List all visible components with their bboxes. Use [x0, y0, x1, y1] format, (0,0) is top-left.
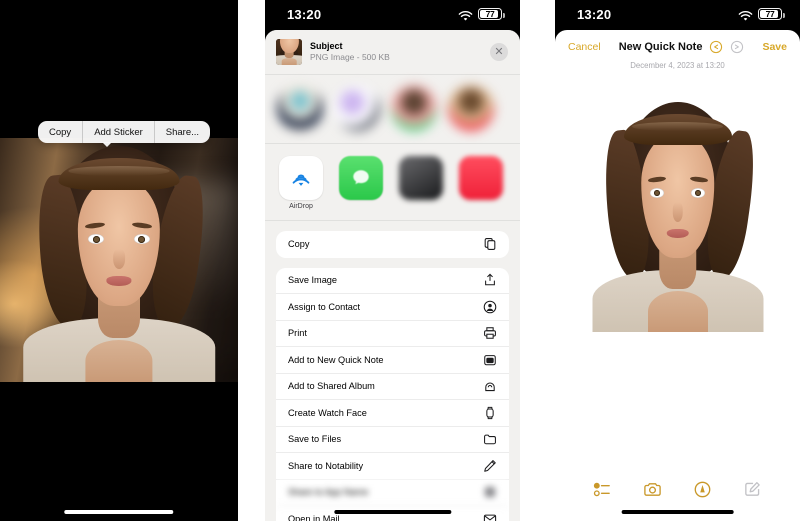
share-action-add-to-new-quick-note[interactable]: Add to New Quick Note	[276, 347, 509, 374]
share-sheet: Subject PNG Image - 500 KB ✕ AirDrop Cop…	[265, 30, 520, 521]
image-thumbnail	[276, 39, 302, 65]
save-image-icon	[483, 273, 497, 287]
suggested-contact[interactable]	[448, 85, 494, 131]
pencil-icon	[483, 459, 497, 473]
status-bar: 13:20 77	[555, 0, 800, 28]
share-action-share-to-notability[interactable]: Share to Notability	[276, 453, 509, 480]
share-app-airdrop[interactable]: AirDrop	[279, 156, 323, 210]
share-action-label: Save Image	[288, 275, 338, 286]
share-action-label: Add to Shared Album	[288, 381, 375, 392]
close-icon[interactable]: ✕	[490, 43, 508, 61]
share-app-red[interactable]	[459, 156, 503, 210]
suggested-contact[interactable]	[277, 85, 323, 131]
panel-photo-viewer: Copy Add Sticker Share...	[0, 0, 238, 521]
compose-icon[interactable]	[743, 480, 762, 499]
quick-note-icon	[483, 353, 497, 367]
panel-share-sheet: 13:20 77 Subject PNG Image - 500 KB ✕ Ai…	[265, 0, 520, 521]
shared-album-icon	[483, 379, 497, 393]
share-subtitle: PNG Image - 500 KB	[310, 52, 390, 63]
share-action-save-to-files[interactable]: Save to Files	[276, 426, 509, 453]
share-action-create-watch-face[interactable]: Create Watch Face	[276, 400, 509, 427]
status-time: 13:20	[577, 6, 612, 22]
subject-context-menu: Copy Add Sticker Share...	[38, 121, 211, 143]
share-action-save-image[interactable]: Save Image	[276, 267, 509, 294]
checklist-icon[interactable]	[593, 480, 612, 499]
photo-canvas[interactable]	[0, 138, 238, 382]
home-indicator[interactable]	[333, 509, 452, 514]
context-copy-label: Copy	[49, 126, 72, 138]
share-app-messages[interactable]	[339, 156, 383, 210]
messages-icon	[339, 156, 383, 200]
airdrop-label: AirDrop	[289, 203, 313, 210]
context-share-label: Share...	[165, 126, 200, 138]
printer-icon	[483, 326, 497, 340]
mail-icon	[483, 512, 497, 521]
screenshot-stage: Copy Add Sticker Share... 13:20 77 Subje…	[0, 0, 800, 521]
undo-icon[interactable]	[709, 40, 723, 54]
airdrop-icon	[279, 156, 323, 200]
dark-app-icon	[399, 156, 443, 200]
share-action-label: Add to New Quick Note	[288, 354, 384, 365]
context-menu-item-share[interactable]: Share...	[153, 121, 210, 143]
share-action-label: Share to App Name	[288, 487, 369, 498]
status-time: 13:20	[287, 6, 322, 22]
battery-percent: 77	[485, 9, 495, 19]
blurred-icon	[483, 485, 497, 499]
suggested-contact[interactable]	[334, 85, 380, 131]
panel-quick-note: 13:20 77 Cancel New Quick Note Save Dece…	[555, 0, 800, 521]
save-button[interactable]: Save	[762, 41, 787, 53]
quick-note-sheet: Cancel New Quick Note Save December 4, 2…	[555, 30, 800, 521]
suggested-contacts	[265, 75, 520, 144]
photo-subject[interactable]	[23, 138, 215, 382]
share-action-label: Copy	[288, 239, 310, 250]
quick-note-toolbar-top: Cancel New Quick Note Save	[555, 30, 800, 60]
share-action-copy[interactable]: Copy	[276, 231, 509, 258]
copy-icon	[483, 237, 497, 251]
share-action-add-to-shared-album[interactable]: Add to Shared Album	[276, 373, 509, 400]
redo-icon[interactable]	[730, 40, 744, 54]
share-action-label: Print	[288, 328, 307, 339]
home-indicator[interactable]	[621, 509, 734, 514]
battery-icon: 77	[758, 8, 785, 20]
contact-icon	[483, 300, 497, 314]
note-timestamp: December 4, 2023 at 13:20	[630, 61, 725, 70]
cancel-button[interactable]: Cancel	[568, 41, 601, 53]
share-action-group-copy: Copy	[276, 231, 509, 258]
share-action-label: Open in Mail	[288, 514, 340, 521]
folder-icon	[483, 432, 497, 446]
share-title: Subject	[310, 40, 343, 51]
home-indicator[interactable]	[64, 509, 174, 514]
context-menu-item-copy[interactable]: Copy	[38, 121, 82, 143]
wifi-icon	[738, 9, 753, 21]
page-title: New Quick Note	[618, 41, 703, 53]
share-action-hidden[interactable]: Share to App Name	[276, 479, 509, 506]
share-sheet-header: Subject PNG Image - 500 KB ✕	[265, 30, 520, 75]
share-action-label: Save to Files	[288, 434, 342, 445]
context-menu-pointer	[102, 142, 112, 147]
share-action-label: Create Watch Face	[288, 407, 367, 418]
share-action-group-main: Save Image Assign to Contact Print Add t…	[276, 267, 509, 521]
battery-icon: 77	[478, 8, 505, 20]
note-attachment-image[interactable]	[572, 82, 783, 332]
context-add-sticker-label: Add Sticker	[94, 126, 143, 138]
red-app-icon	[459, 156, 503, 200]
suggested-contact[interactable]	[391, 85, 437, 131]
markup-pen-icon[interactable]	[693, 480, 712, 499]
share-action-print[interactable]: Print	[276, 320, 509, 347]
share-app-row: AirDrop	[265, 144, 520, 221]
battery-percent: 77	[765, 9, 775, 19]
quick-note-toolbar-bottom	[555, 480, 800, 499]
share-action-label: Share to Notability	[288, 460, 364, 471]
share-action-label: Assign to Contact	[288, 301, 361, 312]
share-app-dark[interactable]	[399, 156, 443, 210]
wifi-icon	[458, 9, 473, 21]
camera-icon[interactable]	[643, 480, 662, 499]
watch-icon	[483, 406, 497, 420]
context-menu-item-add-sticker[interactable]: Add Sticker	[82, 121, 154, 143]
share-action-assign-to-contact[interactable]: Assign to Contact	[276, 294, 509, 321]
status-bar: 13:20 77	[265, 0, 520, 28]
